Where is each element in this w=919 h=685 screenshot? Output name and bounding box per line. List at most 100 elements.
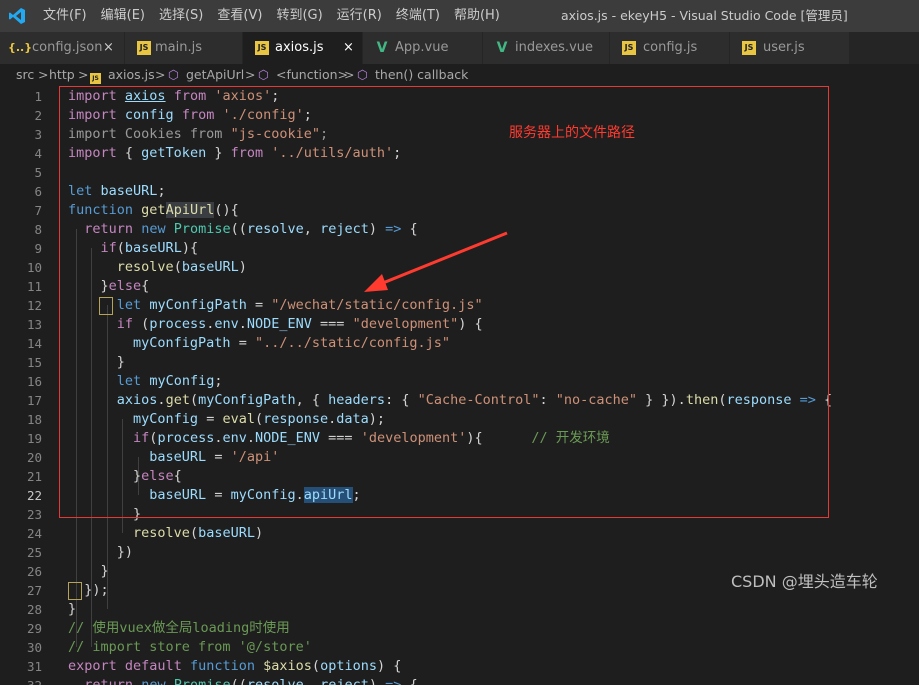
code-token: => xyxy=(799,392,816,408)
code-line: 12 let myConfigPath = "/wechat/static/co… xyxy=(0,296,919,315)
code-token: ( xyxy=(173,259,182,275)
code-line: 28} xyxy=(0,600,919,619)
code-token: if xyxy=(133,430,150,446)
code-token: axios xyxy=(124,88,166,104)
line-number: 3 xyxy=(34,127,42,142)
tab-config-json[interactable]: {..} config.json × xyxy=(0,32,125,64)
breadcrumb-item[interactable]: getApiUrl xyxy=(186,64,244,86)
code-token: = xyxy=(198,411,223,427)
code-token: import Cookies from xyxy=(68,126,231,142)
line-number: 21 xyxy=(26,469,42,484)
code-text: let baseURL; xyxy=(68,182,166,201)
code-token: apiUrl xyxy=(303,487,353,503)
code-token: { xyxy=(401,221,418,237)
menu-item[interactable]: 终端(T) xyxy=(389,0,447,32)
code-line: 24 resolve(baseURL) xyxy=(0,524,919,543)
menu-item[interactable]: 运行(R) xyxy=(330,0,389,32)
menu-item[interactable]: 查看(V) xyxy=(210,0,269,32)
tab-label: App.vue xyxy=(395,40,449,55)
code-token: './config' xyxy=(222,107,304,123)
line-number: 29 xyxy=(26,621,42,636)
tab-app-vue[interactable]: V App.vue xyxy=(363,32,483,64)
close-icon[interactable]: × xyxy=(343,32,354,64)
js-icon: JS xyxy=(137,41,151,55)
code-token: baseURL xyxy=(124,240,182,256)
code-token: } xyxy=(68,468,142,484)
code-token: ) { xyxy=(376,658,402,674)
breadcrumb-item[interactable]: src xyxy=(16,64,34,86)
code-token: let xyxy=(68,183,93,199)
menu-item[interactable]: 文件(F) xyxy=(36,0,94,32)
code-token: getToken xyxy=(141,145,207,161)
code-line: 4 import { getToken } from '../utils/auth… xyxy=(0,144,919,163)
code-text: import axios from 'axios'; xyxy=(68,87,279,106)
code-text: let myConfigPath = "/wechat/static/confi… xyxy=(68,296,483,315)
tab-label: axios.js xyxy=(275,40,324,55)
line-number: 31 xyxy=(26,659,42,674)
code-token: ; xyxy=(319,126,329,142)
vue-icon: V xyxy=(496,40,508,56)
annotation-text: 服务器上的文件路径 xyxy=(509,125,635,141)
code-line: 21 }else{ xyxy=(0,467,919,486)
code-token: (){ xyxy=(214,202,239,218)
tab-axios-js[interactable]: JS axios.js × xyxy=(243,32,363,64)
code-token: 'development' xyxy=(360,430,467,446)
code-token: NODE_ENV xyxy=(255,430,321,446)
code-editor[interactable]: 1 import axios from 'axios'; 2 import confi… xyxy=(0,86,919,685)
code-text: let myConfig; xyxy=(68,372,223,391)
menu-item[interactable]: 帮助(H) xyxy=(447,0,507,32)
tab-config-js[interactable]: JS config.js xyxy=(610,32,730,64)
chevron-right-icon: > xyxy=(155,67,166,82)
code-text: import Cookies from "js-cookie"; xyxy=(68,125,328,144)
code-token: let xyxy=(116,373,142,389)
breadcrumb: src > http > JS axios.js > ⬡ getApiUrl >… xyxy=(0,64,919,86)
code-text: if(process.env.NODE_ENV === 'development… xyxy=(68,429,610,448)
window-title: axios.js - ekeyH5 - Visual Studio Code [… xyxy=(561,8,848,23)
tab-indexes-vue[interactable]: V indexes.vue xyxy=(483,32,610,64)
code-token: ; xyxy=(393,145,402,161)
code-token: '/api' xyxy=(230,449,280,465)
line-number: 24 xyxy=(26,526,42,541)
code-token: === xyxy=(311,316,353,332)
breadcrumb-item[interactable]: axios.js xyxy=(108,64,155,86)
code-text: baseURL = myConfig.apiUrl; xyxy=(68,486,361,505)
chevron-right-icon: > xyxy=(78,67,89,82)
code-token: "no-cache" xyxy=(555,392,638,408)
line-number: 1 xyxy=(34,89,42,104)
code-line: 9 if(baseURL){ xyxy=(0,239,919,258)
menu-item[interactable]: 选择(S) xyxy=(152,0,210,32)
breadcrumb-item[interactable]: <function> xyxy=(276,64,348,86)
code-token: get xyxy=(165,392,190,408)
code-token: new xyxy=(141,221,166,237)
code-token: ) xyxy=(368,677,386,685)
code-token: ; xyxy=(303,107,312,123)
close-icon[interactable]: × xyxy=(103,32,114,64)
line-number: 17 xyxy=(26,393,42,408)
code-token: import xyxy=(68,88,117,104)
code-token: data xyxy=(336,411,369,427)
tab-main-js[interactable]: JS main.js xyxy=(125,32,243,64)
code-token: => xyxy=(385,221,402,237)
tab-bar: {..} config.json × JS main.js JS axios.j… xyxy=(0,32,919,64)
code-token: else xyxy=(108,278,142,294)
tab-user-js[interactable]: JS user.js xyxy=(730,32,850,64)
code-token: axios xyxy=(116,392,158,408)
code-line: 23 } xyxy=(0,505,919,524)
menu-item[interactable]: 编辑(E) xyxy=(94,0,152,32)
code-line: 29 // 使用vuex做全局loading时使用 xyxy=(0,619,919,638)
menu-item[interactable]: 转到(G) xyxy=(269,0,329,32)
code-token: return xyxy=(84,221,134,237)
code-token: }) xyxy=(68,544,134,560)
breadcrumb-item[interactable]: then() callback xyxy=(375,64,468,86)
code-text: resolve(baseURL) xyxy=(68,258,247,277)
line-number: 5 xyxy=(34,165,42,180)
js-icon: JS xyxy=(622,41,636,55)
code-token: export xyxy=(68,658,117,674)
breadcrumb-item[interactable]: http xyxy=(49,64,75,86)
code-token: myConfigPath xyxy=(133,335,231,351)
